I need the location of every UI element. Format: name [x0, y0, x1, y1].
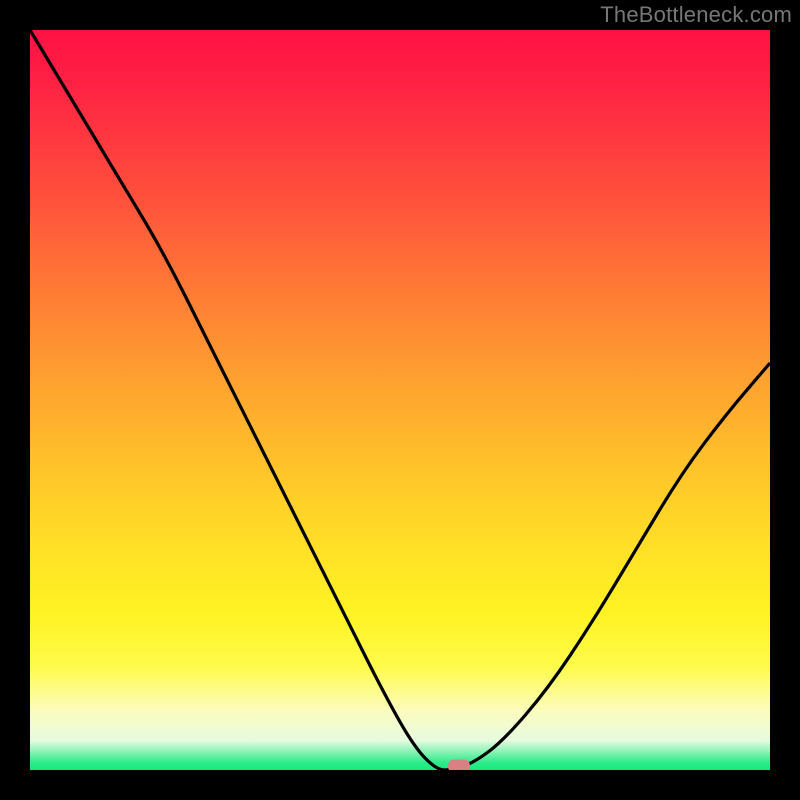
chart-frame: TheBottleneck.com: [0, 0, 800, 800]
bottleneck-curve: [30, 30, 770, 770]
optimal-point-marker: [448, 760, 470, 770]
curve-path: [30, 30, 770, 770]
watermark-text: TheBottleneck.com: [600, 2, 792, 28]
plot-area: [30, 30, 770, 770]
